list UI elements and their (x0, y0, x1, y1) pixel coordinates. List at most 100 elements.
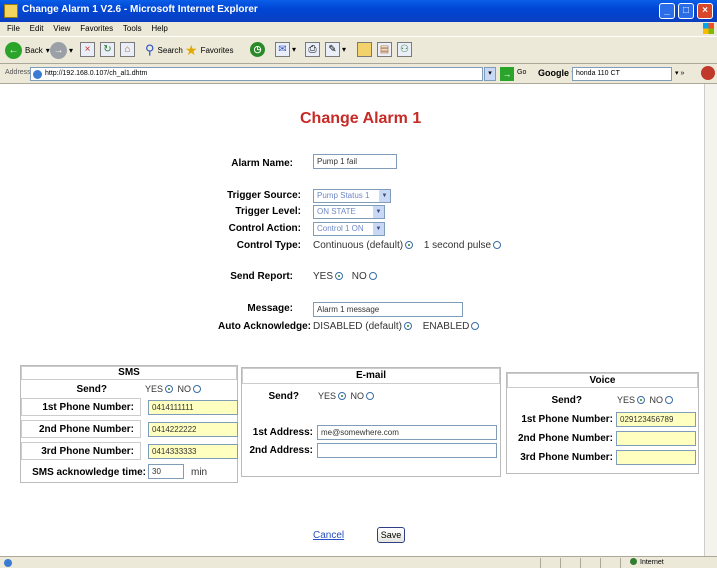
research-icon: ▤ (377, 42, 392, 57)
favorites-star-icon: ★ (185, 42, 198, 58)
email-send-yes-radio[interactable] (338, 392, 347, 400)
save-button[interactable]: Save (377, 527, 405, 543)
voice-phone3-input[interactable] (616, 450, 696, 465)
messenger-icon: ⚇ (397, 42, 412, 57)
stop-button[interactable]: × (80, 42, 95, 57)
home-button[interactable]: ⌂ (120, 42, 135, 57)
search-label: Search (157, 45, 183, 55)
trigger-level-select[interactable]: ON STATE ▼ (313, 205, 385, 219)
auto-acknowledge-options: DISABLED (default) ENABLED (313, 321, 481, 332)
address-url: http://192.168.0.107/ch_al1.dhtm (45, 70, 148, 77)
menu-view[interactable]: View (53, 22, 70, 36)
email-addr1-input[interactable]: me@somewhere.com (317, 425, 497, 440)
voice-phone2-label: 2nd Phone Number: (517, 433, 613, 444)
back-arrow-icon: ← (5, 42, 22, 59)
alarm-name-label: Alarm Name: (231, 158, 293, 169)
control-type-label: Control Type: (236, 240, 301, 251)
minimize-button[interactable]: _ (659, 3, 675, 19)
refresh-button[interactable]: ↻ (100, 42, 115, 57)
sms-phone2-input[interactable]: 0414222222 (148, 422, 238, 437)
back-label: Back (25, 46, 43, 55)
voice-phone3-label: 3rd Phone Number: (520, 452, 613, 463)
trigger-source-select[interactable]: Pump Status 1 ▼ (313, 189, 391, 203)
sms-send-yes-radio[interactable] (165, 385, 174, 393)
stop-icon: × (80, 42, 95, 57)
voice-phone1-input[interactable]: 029123456789 (616, 412, 696, 427)
forward-arrow-icon: → (50, 42, 67, 59)
mail-button[interactable]: ✉ ▾ (275, 42, 296, 57)
google-options-icon[interactable]: ▾ » (675, 67, 693, 81)
message-input[interactable]: Alarm 1 message (313, 302, 463, 317)
email-header: E-mail (355, 370, 386, 381)
print-button[interactable]: ⎙ (305, 42, 320, 57)
sms-ack-unit: min (191, 467, 208, 478)
toolbar: ← Back ▾ → ▾ × ↻ ⌂ ⚲ Search ★ Favorites … (0, 36, 717, 64)
edit-icon: ✎ (325, 42, 340, 57)
control-action-label: Control Action: (228, 223, 301, 234)
toolbar-extension-icon[interactable] (701, 66, 715, 80)
voice-phone1-label: 1st Phone Number: (521, 414, 613, 425)
email-send-no-radio[interactable] (366, 392, 375, 400)
dropdown-arrow-icon: ▼ (373, 206, 384, 218)
control-type-pulse-radio[interactable] (493, 241, 502, 249)
history-icon: ◷ (250, 42, 265, 57)
auto-ack-enabled-radio[interactable] (471, 322, 480, 330)
menu-tools[interactable]: Tools (123, 22, 142, 36)
go-label[interactable]: Go (517, 69, 526, 76)
voice-phone2-input[interactable] (616, 431, 696, 446)
dropdown-arrow-icon: ▼ (373, 223, 384, 235)
folder-button[interactable] (357, 42, 372, 57)
auto-ack-disabled-radio[interactable] (403, 322, 412, 330)
control-type-continuous-radio[interactable] (405, 241, 414, 249)
sms-send-label: Send? (76, 384, 107, 395)
address-dropdown-icon[interactable]: ▾ (484, 67, 496, 81)
sms-phone3-input[interactable]: 0414333333 (148, 444, 238, 459)
voice-send-no-radio[interactable] (665, 396, 674, 404)
maximize-button[interactable]: □ (678, 3, 694, 19)
google-search-input[interactable]: honda 110 CT (572, 67, 672, 81)
refresh-icon: ↻ (100, 42, 115, 57)
send-report-yes-radio[interactable] (335, 272, 344, 280)
messenger-button[interactable]: ⚇ (397, 42, 412, 57)
menu-help[interactable]: Help (151, 22, 167, 36)
forward-button[interactable]: → ▾ (50, 42, 73, 59)
research-button[interactable]: ▤ (377, 42, 392, 57)
sms-phone1-input[interactable]: 0414111111 (148, 400, 238, 415)
print-icon: ⎙ (305, 42, 320, 57)
back-button[interactable]: ← Back ▾ (5, 42, 50, 59)
history-button[interactable]: ◷ (250, 42, 265, 57)
favorites-button[interactable]: ★ Favorites (185, 42, 233, 59)
go-arrow-icon[interactable]: → (500, 67, 514, 81)
address-input[interactable]: http://192.168.0.107/ch_al1.dhtm (30, 67, 483, 81)
control-action-select[interactable]: Control 1 ON ▼ (313, 222, 385, 236)
menu-file[interactable]: File (7, 22, 20, 36)
vertical-scrollbar[interactable] (704, 84, 717, 556)
menu-edit[interactable]: Edit (30, 22, 44, 36)
voice-send-options: YES NO (617, 395, 675, 405)
email-addr2-input[interactable] (317, 443, 497, 458)
send-report-no-radio[interactable] (368, 272, 377, 280)
cancel-link[interactable]: Cancel (313, 530, 344, 541)
voice-send-yes-radio[interactable] (637, 396, 646, 404)
close-button[interactable]: × (697, 3, 713, 19)
email-send-options: YES NO (318, 391, 376, 401)
sms-send-options: YES NO (145, 384, 203, 394)
menu-favorites[interactable]: Favorites (80, 22, 113, 36)
google-logo: Google ▾ (538, 68, 576, 78)
dropdown-arrow-icon: ▼ (379, 190, 390, 202)
address-label: Address (5, 69, 31, 76)
mail-icon: ✉ (275, 42, 290, 57)
ie-page-icon (4, 4, 18, 18)
search-icon: ⚲ (145, 42, 155, 57)
search-button[interactable]: ⚲ Search (145, 42, 183, 58)
sms-ack-time-input[interactable]: 30 (148, 464, 184, 479)
email-addr1-label: 1st Address: (252, 427, 313, 438)
internet-globe-icon (630, 558, 637, 565)
menu-bar: File Edit View Favorites Tools Help (0, 22, 717, 36)
sms-send-no-radio[interactable] (193, 385, 202, 393)
edit-button[interactable]: ✎ ▾ (325, 42, 346, 57)
alarm-name-input[interactable]: Pump 1 fail (313, 154, 397, 169)
window-title: Change Alarm 1 V2.6 - Microsoft Internet… (22, 4, 258, 15)
sms-panel: SMS Send? YES NO 1st Phone Number: 04141… (20, 365, 238, 483)
address-bar: Address http://192.168.0.107/ch_al1.dhtm… (0, 64, 717, 84)
